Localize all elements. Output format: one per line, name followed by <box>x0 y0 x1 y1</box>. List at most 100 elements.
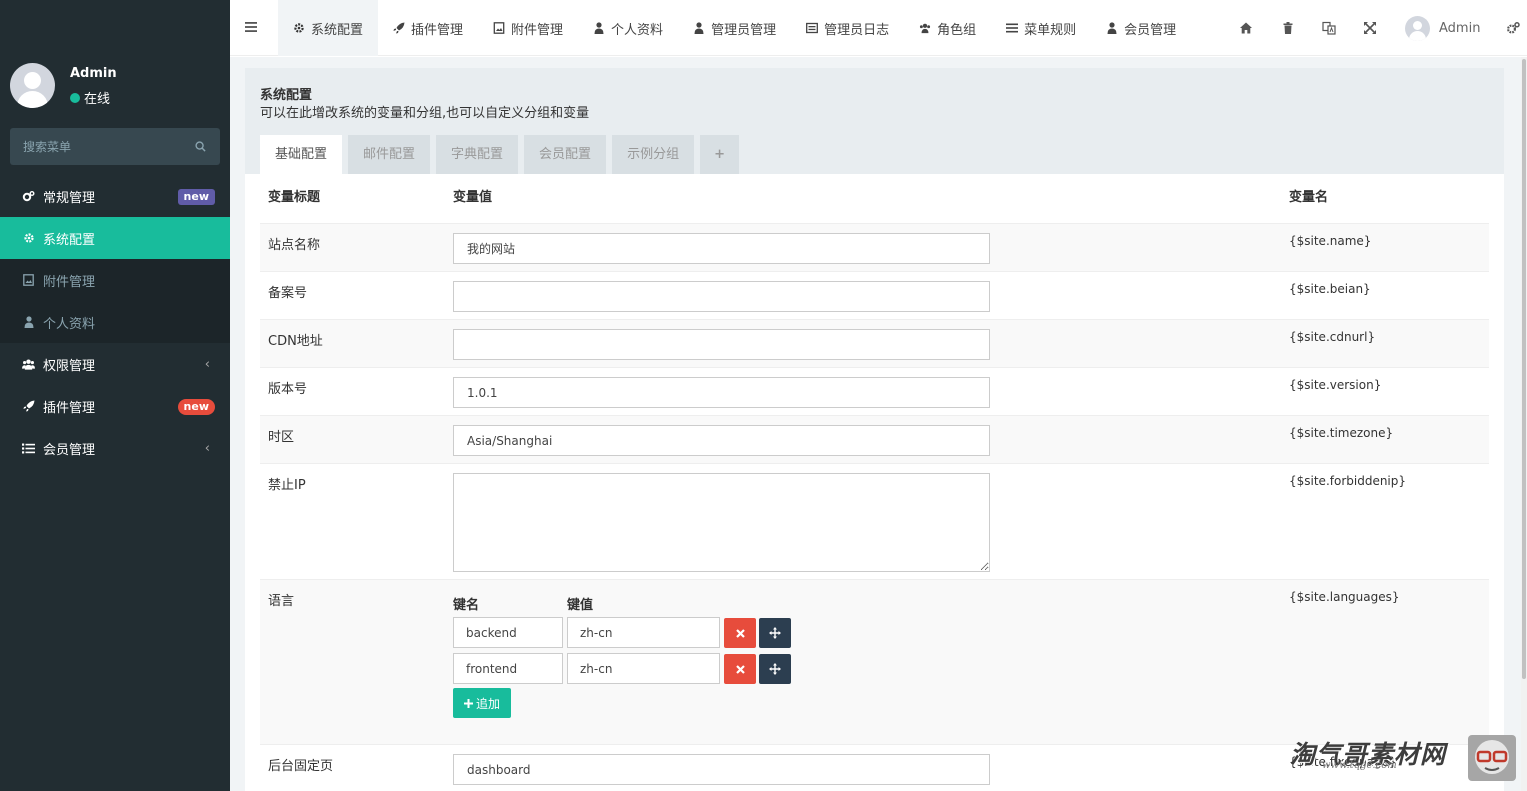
key-header: 键名 <box>453 598 480 613</box>
sidebar-item-permissions[interactable]: 权限管理 ‹ <box>0 343 230 385</box>
tab-plugins[interactable]: 插件管理 <box>378 0 478 56</box>
gear-icon <box>294 23 304 33</box>
remove-row-button[interactable] <box>724 618 756 648</box>
rocket-icon <box>22 400 35 413</box>
page-subtitle: 可以在此增改系统的变量和分组,也可以自定义分组和变量 <box>260 106 590 121</box>
table-row: 禁止IP {$site.forbiddenip} <box>260 463 1489 579</box>
watermark-logo <box>1468 735 1516 781</box>
group-icon <box>22 358 35 371</box>
append-button[interactable]: 追加 <box>453 688 512 718</box>
sidebar-search <box>10 128 220 165</box>
search-input[interactable] <box>10 128 190 165</box>
variable-name: {$site.forbiddenip} <box>1289 474 1407 488</box>
table-row: 时区 {$site.timezone} <box>260 415 1489 463</box>
plus-icon <box>464 698 473 708</box>
home-icon[interactable] <box>1239 21 1253 35</box>
language-value-input[interactable] <box>567 653 720 684</box>
language-value-input[interactable] <box>567 617 720 648</box>
tab-admin-log[interactable]: 管理员日志 <box>791 0 904 56</box>
chevron-left-icon: ‹ <box>204 357 210 372</box>
sidebar-item-general[interactable]: 常规管理 new <box>0 175 230 217</box>
sidebar-item-profile[interactable]: 个人资料 <box>0 301 230 343</box>
tab-menu-rules[interactable]: 菜单规则 <box>991 0 1091 56</box>
avatar[interactable] <box>10 63 55 108</box>
sidebar-item-attachments[interactable]: 附件管理 <box>0 259 230 301</box>
sidebar-item-system-config[interactable]: 系统配置 <box>0 217 230 259</box>
tab-role-group[interactable]: 角色组 <box>904 0 991 56</box>
tab-system-config[interactable]: 系统配置 <box>278 0 379 56</box>
watermark: 淘气哥素材网 www.tqge.com <box>1290 735 1522 785</box>
tab-member-config[interactable]: 会员配置 <box>524 135 607 174</box>
drag-handle-button[interactable] <box>759 618 791 648</box>
variable-name: {$site.languages} <box>1289 590 1400 604</box>
new-badge: new <box>177 399 215 415</box>
tab-basic-config[interactable]: 基础配置 <box>260 135 343 174</box>
variable-name: {$site.cdnurl} <box>1289 330 1376 344</box>
column-header-value: 变量值 <box>453 190 493 205</box>
cogs-icon[interactable] <box>1506 21 1520 35</box>
cdn-url-input[interactable] <box>453 329 990 360</box>
tab-dictionary-config[interactable]: 字典配置 <box>436 135 519 174</box>
row-label: 语言 <box>268 594 295 609</box>
sidebar-item-label: 插件管理 <box>43 400 96 416</box>
file-image-icon <box>493 22 505 34</box>
table-row: CDN地址 {$site.cdnurl} <box>260 319 1489 367</box>
panel-header: 系统配置 可以在此增改系统的变量和分组,也可以自定义分组和变量 基础配置 邮件配… <box>245 68 1504 174</box>
scrollbar[interactable] <box>1521 57 1527 791</box>
sidebar-item-label: 会员管理 <box>43 442 96 458</box>
fixed-page-input[interactable] <box>453 754 990 785</box>
beian-input[interactable] <box>453 281 990 312</box>
remove-row-button[interactable] <box>724 654 756 684</box>
scrollbar-thumb[interactable] <box>1522 59 1526 679</box>
tab-label: 会员管理 <box>1124 22 1177 38</box>
tab-admin-manage[interactable]: 管理员管理 <box>678 0 791 56</box>
trash-icon[interactable] <box>1281 21 1295 35</box>
hamburger-menu-icon[interactable] <box>244 20 258 34</box>
drag-handle-button[interactable] <box>759 654 791 684</box>
tab-label: 菜单规则 <box>1024 22 1077 38</box>
close-icon <box>735 664 745 674</box>
timezone-input[interactable] <box>453 425 990 456</box>
language-key-input[interactable] <box>453 653 563 684</box>
config-group-tabs: 基础配置 邮件配置 字典配置 会员配置 示例分组 + <box>260 135 745 174</box>
sidebar-item-plugins[interactable]: 插件管理 new <box>0 385 230 427</box>
fullscreen-icon[interactable] <box>1363 21 1377 35</box>
topbar-user-name: Admin <box>1439 21 1481 36</box>
user-status: 在线 <box>70 88 110 107</box>
site-name-input[interactable] <box>453 233 990 264</box>
list-icon <box>22 442 35 455</box>
user-icon <box>22 316 35 329</box>
row-label: 禁止IP <box>268 478 306 493</box>
tab-email-config[interactable]: 邮件配置 <box>348 135 431 174</box>
tab-label: 管理员管理 <box>711 22 777 38</box>
page-title: 系统配置 <box>260 88 313 103</box>
language-key-input[interactable] <box>453 617 563 648</box>
close-icon <box>735 628 745 638</box>
translate-icon[interactable] <box>1322 21 1336 35</box>
tab-profile[interactable]: 个人资料 <box>578 0 678 56</box>
table-row: 站点名称 {$site.name} <box>260 223 1489 271</box>
add-group-button[interactable]: + <box>700 135 739 174</box>
topbar-user[interactable]: Admin <box>1405 16 1480 41</box>
user-icon <box>594 22 604 34</box>
file-image-icon <box>22 274 35 287</box>
list-alt-icon <box>806 22 819 34</box>
group-icon <box>920 23 931 34</box>
gear-icon <box>22 232 35 245</box>
version-input[interactable] <box>453 377 990 408</box>
arrows-move-icon <box>769 663 781 675</box>
tab-example-group[interactable]: 示例分组 <box>612 135 695 174</box>
tab-members[interactable]: 会员管理 <box>1091 0 1191 56</box>
search-icon[interactable] <box>195 141 206 152</box>
tab-attachments[interactable]: 附件管理 <box>478 0 578 56</box>
sidebar-item-label: 系统配置 <box>43 232 96 248</box>
variable-name: {$site.name} <box>1289 234 1372 248</box>
forbidden-ip-textarea[interactable] <box>453 473 990 572</box>
sidebar-user-panel: Admin 在线 <box>0 56 230 120</box>
row-label: 版本号 <box>268 382 308 397</box>
sidebar: Admin 在线 常规管理 new 系统配置 附件管理 个人资料 权限管理 <box>0 0 230 791</box>
sidebar-item-members[interactable]: 会员管理 ‹ <box>0 427 230 469</box>
status-label: 在线 <box>84 92 111 107</box>
tab-label: 管理员日志 <box>824 22 890 38</box>
tab-label: 插件管理 <box>411 22 464 38</box>
